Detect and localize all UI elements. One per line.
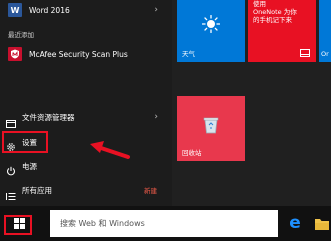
menu-item-label: 电源 [22,161,37,171]
menu-item-label: 文件资源管理器 [22,112,75,122]
start-highlight-box [4,215,32,235]
tile-recycle-bin[interactable]: 回收站 [177,96,245,161]
search-box[interactable]: 搜索 Web 和 Windows [50,210,278,237]
sun-icon [202,15,220,33]
menu-item-power[interactable]: 电源 [0,158,172,176]
annotation-arrow-icon [90,141,130,159]
tile-onenote[interactable]: 使用 OneNote 为你 的手机记下来 [248,0,316,62]
app-label: McAfee Security Scan Plus [29,49,128,59]
new-badge: 新建 [144,187,157,195]
app-label: Word 2016 [29,5,70,15]
menu-item-label: 所有应用 [22,185,52,195]
tile-label: 回收站 [182,149,202,157]
tile-weather[interactable]: 天气 [177,0,245,62]
search-placeholder: 搜索 Web 和 Windows [60,219,145,228]
chevron-right-icon[interactable]: › [154,112,158,122]
tile-label: Or [321,50,329,58]
recent-header-label: 最近添加 [8,31,34,39]
app-item-word[interactable]: W Word 2016 › [0,0,172,20]
word-icon: W [8,3,22,17]
start-left-pane: W Word 2016 › 最近添加 McAfee Security Scan … [0,0,172,206]
tile-label: 天气 [182,50,195,58]
mcafee-icon [8,47,22,61]
taskbar: 搜索 Web 和 Windows e [0,206,331,241]
recent-header: 最近添加 [0,28,172,40]
tile-text: 使用 OneNote 为你 的手机记下来 [253,0,297,24]
edge-button[interactable]: e [286,214,304,233]
recycle-bin-icon [203,117,219,134]
explorer-button[interactable] [314,216,330,230]
menu-item-all-apps[interactable]: 所有应用 新建 [0,182,172,200]
tile-partial[interactable]: Or [319,0,331,62]
list-icon [6,186,16,200]
app-item-mcafee[interactable]: McAfee Security Scan Plus [0,44,172,64]
power-icon [6,161,16,176]
phone-icon [300,49,310,57]
settings-highlight-box [2,131,48,153]
edge-icon: e [289,213,301,233]
menu-item-file-explorer[interactable]: 文件资源管理器 › [0,108,172,128]
chevron-right-icon[interactable]: › [154,5,158,15]
start-menu: W Word 2016 › 最近添加 McAfee Security Scan … [0,0,331,206]
folder-icon [6,113,16,128]
folder-icon [315,219,329,230]
